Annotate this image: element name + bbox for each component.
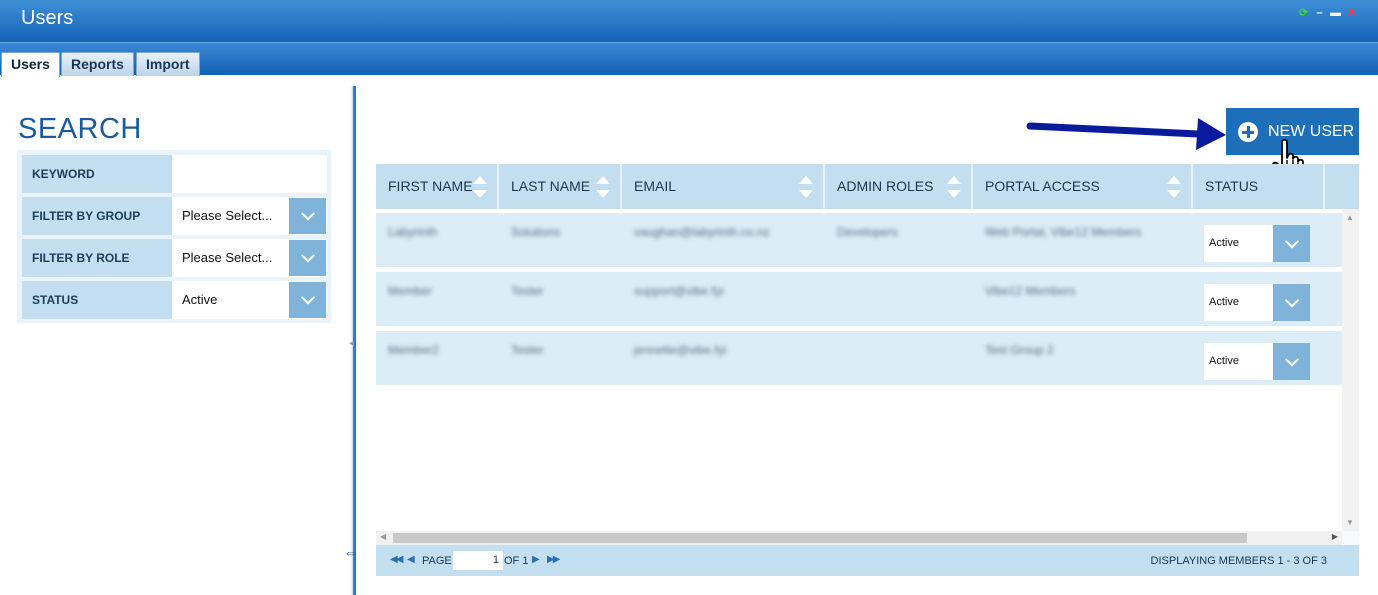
sort-icon[interactable] (799, 176, 813, 198)
chevron-down-icon (300, 290, 315, 305)
scroll-left-icon[interactable]: ◀ (380, 532, 386, 541)
annotation-arrow-icon (1026, 118, 1226, 150)
status-filter-label: STATUS (22, 281, 172, 319)
minimize-icon[interactable]: – (1313, 8, 1326, 19)
chevron-down-icon (300, 206, 315, 221)
collapse-handle-icon[interactable]: ◂ (349, 338, 354, 349)
cell-last-name: Tester (511, 284, 544, 298)
table-row[interactable]: Member2 Tester jennette@vibe.fyi Test Gr… (376, 331, 1342, 385)
maximize-icon[interactable]: ▬ (1329, 8, 1342, 19)
close-icon[interactable]: ✕ (1345, 8, 1358, 19)
scrollbar-thumb[interactable] (393, 533, 1247, 543)
table-row[interactable]: Labyrinth Solutions vaughan@labyrinth.co… (376, 213, 1342, 267)
group-filter-label: FILTER BY GROUP (22, 197, 172, 235)
column-email[interactable]: EMAIL (622, 164, 825, 209)
keyword-filter: KEYWORD (22, 155, 327, 193)
cell-email: jennette@vibe.fyi (634, 343, 727, 357)
keyword-input[interactable] (172, 155, 327, 193)
column-last-name[interactable]: LAST NAME (499, 164, 622, 209)
search-title: SEARCH (18, 113, 142, 145)
status-filter: STATUS Active (22, 281, 327, 319)
cell-first-name: Labyrinth (388, 225, 438, 239)
column-portal-access[interactable]: PORTAL ACCESS (973, 164, 1193, 209)
sort-icon[interactable] (947, 176, 961, 198)
grid-body: Labyrinth Solutions vaughan@labyrinth.co… (376, 209, 1342, 531)
scroll-right-icon[interactable]: ▶ (1332, 532, 1338, 541)
chevron-down-icon (1284, 233, 1299, 249)
title-bar: Users ⟳ – ▬ ✕ (0, 0, 1378, 42)
display-summary: DISPLAYING MEMBERS 1 - 3 OF 3 (1150, 555, 1327, 567)
cell-last-name: Solutions (511, 225, 561, 239)
cell-last-name: Tester (511, 343, 544, 357)
column-first-name[interactable]: FIRST NAME (376, 164, 499, 209)
scroll-down-icon[interactable]: ▼ (1346, 518, 1354, 527)
column-label: PORTAL ACCESS (985, 178, 1100, 194)
resize-icon[interactable]: ⇔ (343, 545, 359, 563)
column-label: EMAIL (634, 178, 677, 194)
row-status-select[interactable]: Active (1204, 284, 1310, 321)
tab-users[interactable]: Users (1, 52, 60, 77)
cell-email: support@vibe.fyi (634, 284, 724, 298)
search-filters: KEYWORD FILTER BY GROUP Please Select...… (17, 150, 331, 323)
column-admin-roles[interactable]: ADMIN ROLES (825, 164, 973, 209)
row-status-select[interactable]: Active (1204, 343, 1310, 380)
scroll-up-icon[interactable]: ▲ (1346, 213, 1354, 222)
refresh-icon[interactable]: ⟳ (1297, 8, 1310, 19)
keyword-label: KEYWORD (22, 155, 172, 193)
page-number-input[interactable]: 1 (453, 551, 503, 570)
sort-icon[interactable] (1167, 176, 1181, 198)
grid-header: FIRST NAME LAST NAME EMAIL ADMIN ROLES P… (376, 164, 1359, 209)
row-status-dropdown-button[interactable] (1273, 284, 1310, 321)
cell-first-name: Member (388, 284, 433, 298)
plus-circle-icon (1238, 122, 1258, 142)
role-filter: FILTER BY ROLE Please Select... (22, 239, 327, 277)
row-status-value: Active (1209, 355, 1239, 367)
tab-strip: Users Reports Import (0, 42, 1378, 77)
vertical-scrollbar[interactable]: ▲ ▼ (1342, 209, 1359, 531)
chevron-down-icon (300, 248, 315, 263)
last-page-icon[interactable]: ▶▶ (547, 554, 560, 565)
table-row[interactable]: Member Tester support@vibe.fyi Vibe12 Me… (376, 272, 1342, 326)
column-status[interactable]: STATUS (1193, 164, 1325, 209)
tab-reports[interactable]: Reports (61, 52, 134, 76)
status-filter-dropdown-button[interactable] (289, 282, 326, 318)
cell-email: vaughan@labyrinth.co.nz (634, 225, 770, 239)
page-count-label: OF 1 (504, 555, 529, 567)
column-label: FIRST NAME (388, 178, 473, 194)
row-status-value: Active (1209, 237, 1239, 249)
window-controls: ⟳ – ▬ ✕ (1297, 8, 1358, 19)
cell-portal-access: Vibe12 Members (985, 284, 1076, 298)
cell-first-name: Member2 (388, 343, 439, 357)
next-page-icon[interactable]: ▶ (532, 554, 540, 565)
first-page-icon[interactable]: ◀◀ (390, 554, 403, 565)
sort-icon[interactable] (473, 176, 487, 198)
pager: ◀◀ ◀ PAGE 1 OF 1 ▶ ▶▶ DISPLAYING MEMBERS… (376, 545, 1359, 576)
row-status-select[interactable]: Active (1204, 225, 1310, 262)
row-status-dropdown-button[interactable] (1273, 343, 1310, 380)
role-filter-dropdown-button[interactable] (289, 240, 326, 276)
column-label: ADMIN ROLES (837, 178, 934, 194)
column-label: LAST NAME (511, 178, 591, 194)
users-grid: FIRST NAME LAST NAME EMAIL ADMIN ROLES P… (376, 164, 1359, 576)
page-label: PAGE (422, 555, 452, 567)
chevron-down-icon (1284, 351, 1299, 367)
row-status-dropdown-button[interactable] (1273, 225, 1310, 262)
sort-icon[interactable] (596, 176, 610, 198)
role-filter-label: FILTER BY ROLE (22, 239, 172, 277)
column-label: STATUS (1205, 178, 1259, 194)
prev-page-icon[interactable]: ◀ (407, 554, 415, 565)
horizontal-scrollbar[interactable]: ◀ ▶ (376, 531, 1342, 545)
cell-portal-access: Web Portal, Vibe12 Members (985, 225, 1142, 239)
group-filter: FILTER BY GROUP Please Select... (22, 197, 327, 235)
window-title: Users (21, 7, 74, 29)
row-status-value: Active (1209, 296, 1239, 308)
cell-portal-access: Test Group 2 (985, 343, 1054, 357)
group-filter-dropdown-button[interactable] (289, 198, 326, 234)
chevron-down-icon (1284, 292, 1299, 308)
cell-admin-roles: Developers (837, 225, 898, 239)
tab-import[interactable]: Import (136, 52, 200, 76)
